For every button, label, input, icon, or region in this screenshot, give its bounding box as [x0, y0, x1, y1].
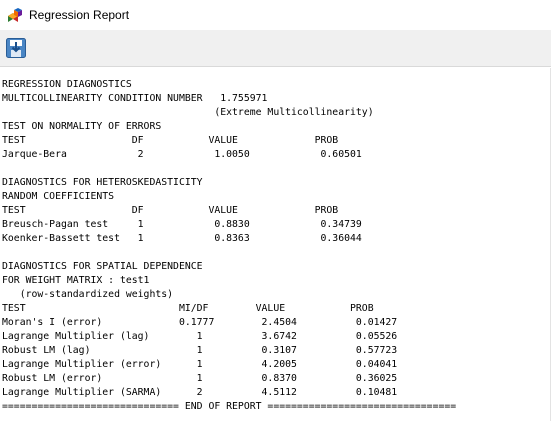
window-title: Regression Report: [29, 8, 130, 22]
report-line: TEST DF VALUE PROB: [2, 205, 339, 216]
save-report-button[interactable]: [3, 35, 29, 61]
report-line: Lagrange Multiplier (error) 1 4.2005 0.0…: [2, 359, 398, 370]
report-line: TEST ON NORMALITY OF ERRORS: [2, 121, 162, 132]
geoda-cube-icon: [7, 7, 23, 23]
report-line: RANDOM COEFFICIENTS: [2, 191, 115, 202]
report-line: ============================== END OF RE…: [2, 401, 457, 412]
report-line: MULTICOLLINEARITY CONDITION NUMBER 1.755…: [2, 93, 268, 104]
report-line: Lagrange Multiplier (lag) 1 3.6742 0.055…: [2, 331, 398, 342]
report-line: Moran's I (error) 0.1777 2.4504 0.01427: [2, 317, 398, 328]
report-line: Breusch-Pagan test 1 0.8830 0.34739: [2, 219, 362, 230]
report-line: DIAGNOSTICS FOR SPATIAL DEPENDENCE: [2, 261, 203, 272]
report-line: DIAGNOSTICS FOR HETEROSKEDASTICITY: [2, 177, 203, 188]
title-bar: Regression Report: [0, 0, 551, 30]
report-line: Koenker-Bassett test 1 0.8363 0.36044: [2, 233, 362, 244]
report-line: (row-standardized weights): [2, 289, 174, 300]
report-line: (Extreme Multicollinearity): [2, 107, 374, 118]
report-line: Jarque-Bera 2 1.0050 0.60501: [2, 149, 362, 160]
report-line: FOR WEIGHT MATRIX : test1: [2, 275, 150, 286]
report-line: TEST MI/DF VALUE PROB: [2, 303, 374, 314]
report-line: Lagrange Multiplier (SARMA) 2 4.5112 0.1…: [2, 387, 398, 398]
report-text-area[interactable]: REGRESSION DIAGNOSTICS MULTICOLLINEARITY…: [0, 68, 551, 421]
report-content: REGRESSION DIAGNOSTICS MULTICOLLINEARITY…: [2, 78, 456, 414]
toolbar: [0, 30, 551, 67]
report-line: REGRESSION DIAGNOSTICS: [2, 79, 132, 90]
report-line: Robust LM (error) 1 0.8370 0.36025: [2, 373, 398, 384]
report-line: TEST DF VALUE PROB: [2, 135, 339, 146]
report-line: Robust LM (lag) 1 0.3107 0.57723: [2, 345, 398, 356]
